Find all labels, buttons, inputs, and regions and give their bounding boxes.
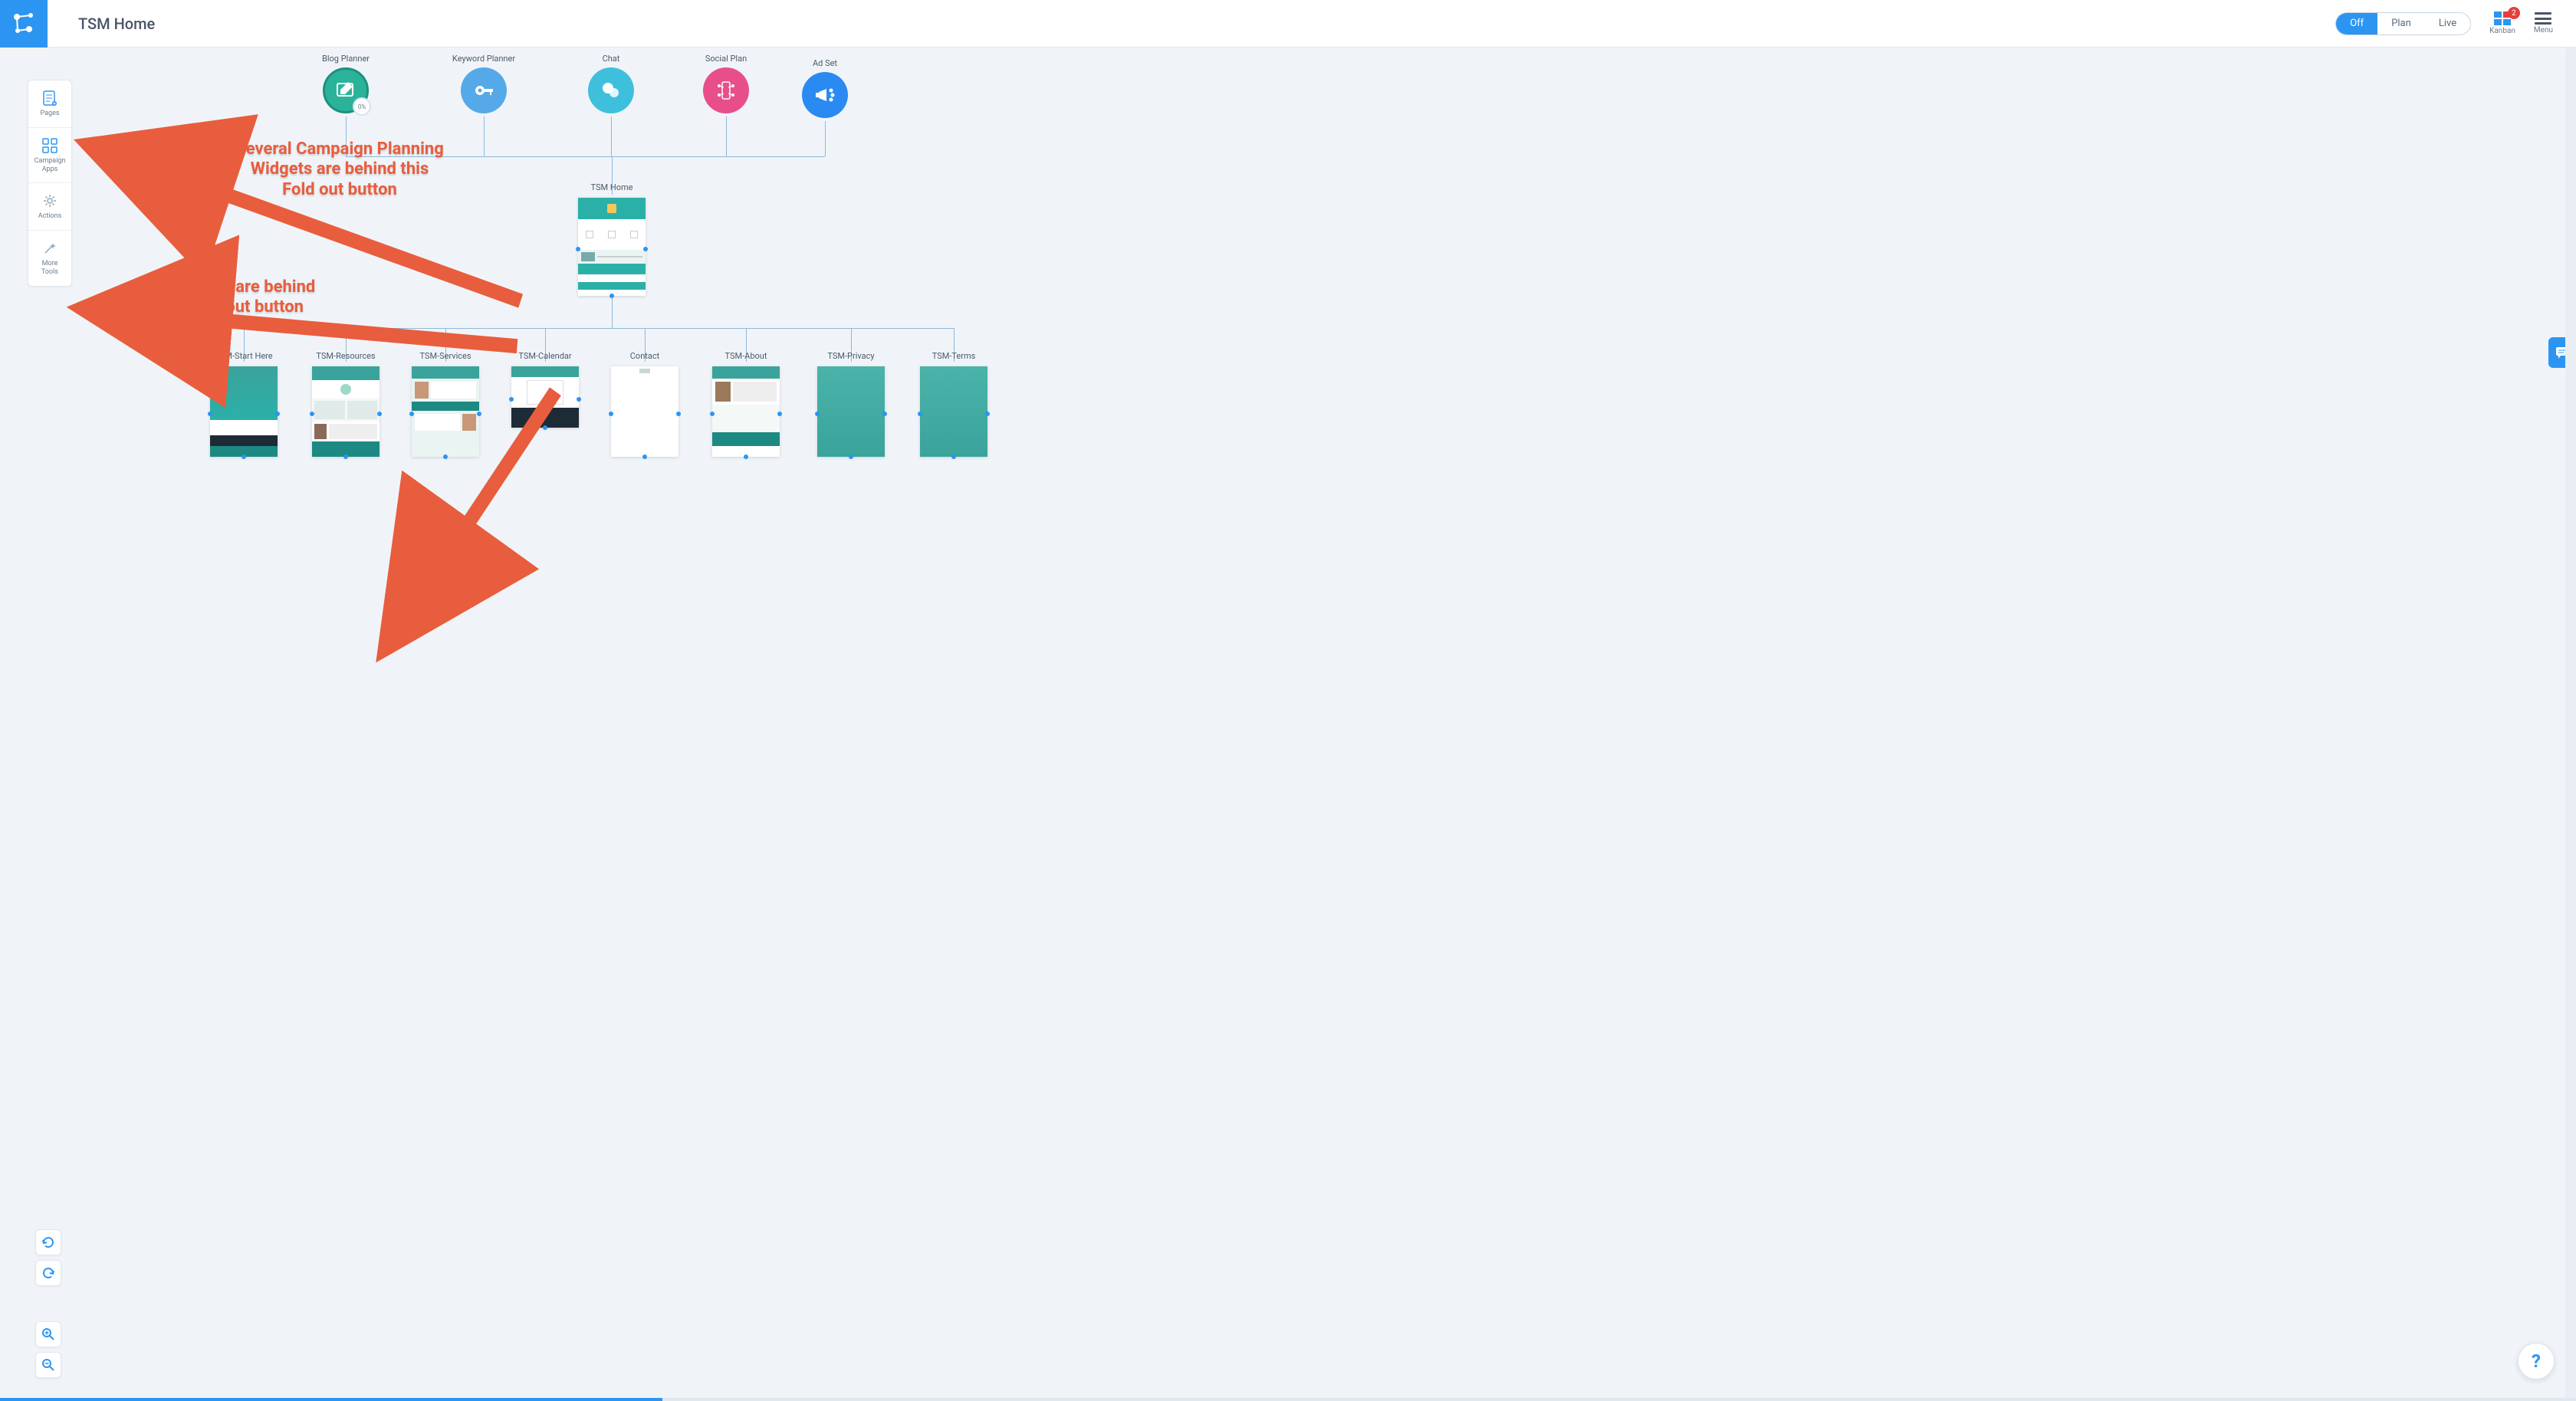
menu-icon: [2535, 12, 2551, 25]
page-thumb-about[interactable]: [712, 366, 780, 457]
menu-button[interactable]: Menu: [2534, 12, 2553, 34]
left-toolbar: Pages Campaign Apps Actions More Tools: [28, 80, 72, 287]
menu-label: Menu: [2534, 26, 2553, 34]
connector: [611, 116, 612, 156]
scrollbar[interactable]: [2565, 48, 2576, 1398]
page-label: TSM-Resources: [316, 351, 375, 361]
key-icon: [472, 79, 495, 102]
page-thumb-start-here[interactable]: [210, 366, 278, 457]
toggle-plan[interactable]: Plan: [2377, 13, 2425, 34]
widget-keyword-planner[interactable]: [461, 67, 507, 113]
page-thumb-resources[interactable]: [312, 366, 380, 457]
widget-label: Blog Planner: [322, 54, 370, 64]
widget-social-plan[interactable]: [703, 67, 749, 113]
connector: [825, 121, 826, 156]
page-thumb-calendar[interactable]: [511, 366, 579, 428]
widget-label: Social Plan: [705, 54, 747, 64]
share-icon: [714, 78, 738, 103]
canvas[interactable]: Blog Planner 0% Keyword Planner Chat Soc…: [0, 48, 2565, 1398]
home-node-thumb[interactable]: [578, 198, 646, 296]
campaign-apps-icon: [41, 137, 58, 154]
megaphone-icon: [813, 83, 837, 107]
actions-button[interactable]: Actions: [28, 183, 71, 231]
widget-blog-planner[interactable]: 0%: [323, 67, 369, 113]
edit-icon: [334, 79, 357, 102]
pages-icon: [41, 90, 58, 107]
logo-icon: [11, 11, 37, 37]
widget-chat[interactable]: [588, 67, 634, 113]
widget-ad-set[interactable]: [802, 72, 848, 118]
connector: [484, 116, 485, 156]
toggle-off[interactable]: Off: [2336, 13, 2377, 34]
more-tools-label: More Tools: [41, 260, 58, 277]
connector: [346, 156, 825, 157]
page-title: TSM Home: [78, 15, 155, 33]
home-node-label: TSM Home: [591, 182, 633, 192]
page-label: TSM-Terms: [932, 351, 976, 361]
pages-button[interactable]: Pages: [28, 80, 71, 128]
page-label: TSM-About: [725, 351, 767, 361]
widget-label: Chat: [603, 54, 620, 64]
campaign-apps-button[interactable]: Campaign Apps: [28, 128, 71, 184]
widget-label: Ad Set: [813, 58, 837, 68]
app-logo[interactable]: [0, 0, 48, 48]
header: TSM Home Off Plan Live 2 Kanban Menu: [0, 0, 2576, 48]
actions-label: Actions: [38, 212, 61, 221]
pages-label: Pages: [41, 110, 60, 118]
percent-badge: 0%: [353, 97, 371, 116]
annotation-text-1: Several Campaign Planning Widgets are be…: [228, 139, 451, 200]
wand-icon: [41, 240, 58, 257]
connector: [244, 328, 954, 329]
toggle-live[interactable]: Live: [2425, 13, 2470, 34]
campaign-apps-label: Campaign Apps: [34, 157, 66, 174]
page-thumb-privacy[interactable]: [817, 366, 885, 457]
kanban-button[interactable]: 2 Kanban: [2489, 11, 2515, 35]
connector: [346, 116, 347, 156]
page-thumb-terms[interactable]: [920, 366, 987, 457]
view-toggle: Off Plan Live: [2335, 12, 2471, 35]
connector: [726, 116, 727, 156]
page-label: Contact: [630, 351, 659, 361]
kanban-badge: 2: [2508, 7, 2520, 19]
gear-icon: [41, 192, 58, 209]
page-label: TSM-Start Here: [215, 351, 272, 361]
annotation-arrows: [0, 48, 2565, 1398]
page-thumb-services[interactable]: [412, 366, 479, 457]
page-thumb-contact[interactable]: [611, 366, 678, 457]
chat-bubbles-icon: [600, 79, 623, 102]
progress-fill: [0, 1398, 662, 1401]
page-label: TSM-Services: [419, 351, 471, 361]
page-label: TSM-Calendar: [518, 351, 571, 361]
annotation-text-2: Page icons are behind this fold out butt…: [140, 277, 324, 318]
progress-bar: [0, 1398, 2576, 1401]
kanban-label: Kanban: [2489, 27, 2515, 35]
more-tools-button[interactable]: More Tools: [28, 231, 71, 286]
header-right: Off Plan Live 2 Kanban Menu: [2335, 11, 2576, 35]
widget-label: Keyword Planner: [452, 54, 515, 64]
page-label: TSM-Privacy: [827, 351, 874, 361]
